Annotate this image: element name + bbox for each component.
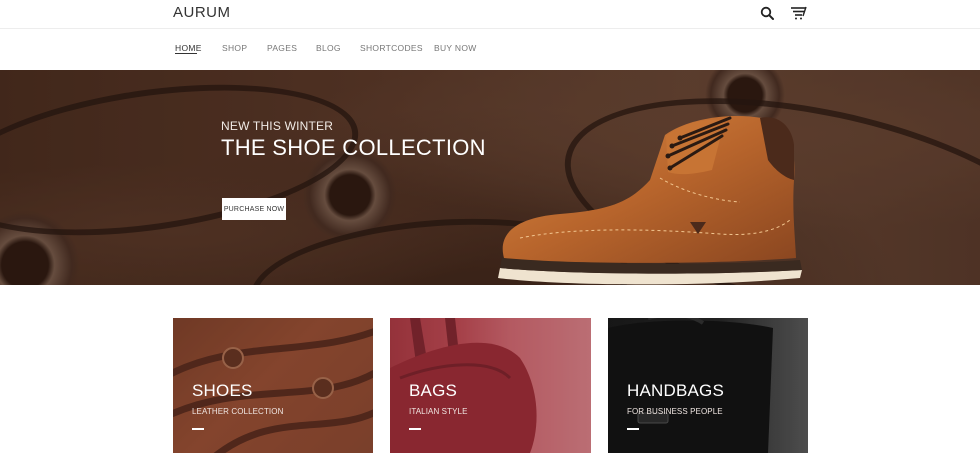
category-subtitle: ITALIAN STYLE: [409, 407, 468, 416]
category-subtitle: LEATHER COLLECTION: [192, 407, 284, 416]
category-divider: [627, 428, 639, 430]
nav-item-shortcodes[interactable]: SHORTCODES: [360, 43, 423, 53]
search-icon: [760, 6, 774, 20]
category-title: HANDBAGS: [627, 381, 725, 400]
nav-item-pages[interactable]: PAGES: [267, 43, 297, 53]
category-title: SHOES: [192, 381, 253, 400]
purchase-now-button[interactable]: PURCHASE NOW: [222, 198, 286, 220]
top-header: AURUM: [0, 0, 980, 29]
category-tile-handbags[interactable]: HANDBAGS FOR BUSINESS PEOPLE: [608, 318, 808, 453]
nav-item-shop[interactable]: SHOP: [222, 43, 247, 53]
category-divider: [192, 428, 204, 430]
nav-item-blog[interactable]: BLOG: [316, 43, 341, 53]
category-divider: [409, 428, 421, 430]
category-subtitle: FOR BUSINESS PEOPLE: [627, 407, 723, 416]
category-tile-shoes[interactable]: SHOES LEATHER COLLECTION: [173, 318, 373, 453]
category-title: BAGS: [409, 381, 458, 400]
nav-item-home[interactable]: HOME: [175, 43, 202, 53]
nav-item-buy-now[interactable]: BUY NOW: [434, 43, 477, 53]
main-nav: HOME SHOP PAGES BLOG SHORTCODES BUY NOW: [0, 30, 980, 70]
cart-icon: [790, 6, 807, 20]
hero-title: THE SHOE COLLECTION: [221, 135, 486, 160]
hero-banner: NEW THIS WINTER THE SHOE COLLECTION PURC…: [0, 70, 980, 285]
site-logo[interactable]: AURUM: [173, 4, 231, 21]
hero-subtitle: NEW THIS WINTER: [221, 119, 334, 133]
category-tile-bags[interactable]: BAGS ITALIAN STYLE: [390, 318, 591, 453]
boot-image: [498, 115, 802, 285]
search-button[interactable]: [758, 4, 776, 22]
cart-button[interactable]: [789, 4, 807, 22]
active-nav-indicator: [175, 53, 197, 54]
